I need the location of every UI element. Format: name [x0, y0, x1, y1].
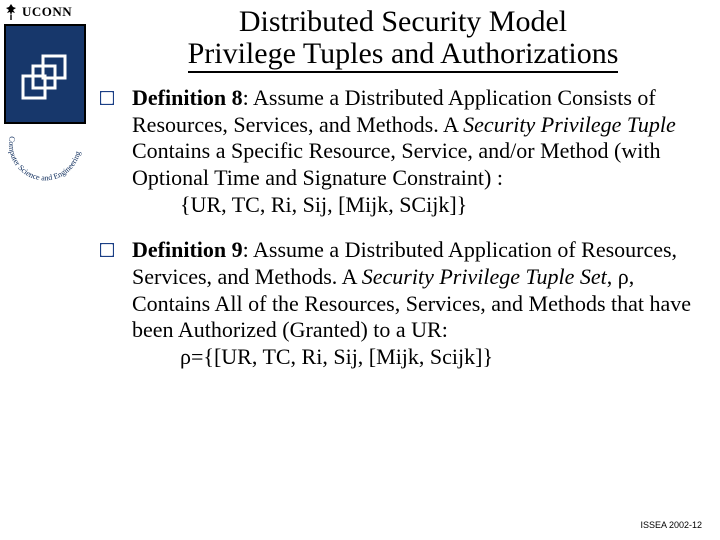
uconn-text: UCONN	[22, 4, 72, 20]
def8-tuple: {UR, TC, Ri, Sij, [Mijk, SCijk]}	[132, 192, 706, 219]
bullet-icon	[100, 237, 118, 371]
stacked-squares-icon	[15, 44, 75, 104]
slide: UCONN Computer Science and Engineering	[0, 0, 720, 540]
brand-column: UCONN Computer Science and Engineering	[0, 0, 90, 540]
def9-tuple-text: ={[UR, TC, Ri, Sij, [Mijk, Scijk]}	[191, 344, 493, 369]
title-line-2: Privilege Tuples and Authorizations	[106, 38, 700, 70]
def9-italic: Security Privilege Tuple Set	[362, 264, 607, 289]
dept-arc-text: Computer Science and Engineering	[0, 124, 90, 214]
slide-footer: ISSEA 2002-12	[640, 520, 702, 530]
slide-body: Definition 8: Assume a Distributed Appli…	[100, 77, 706, 371]
dept-logo	[4, 24, 86, 124]
bullet-icon	[100, 85, 118, 219]
def9-text-b: ,	[607, 264, 618, 289]
slide-title: Distributed Security Model Privilege Tup…	[100, 6, 706, 77]
oak-leaf-icon	[4, 4, 18, 20]
def8-lead: Definition 8	[132, 85, 243, 110]
def8-italic: Security Privilege Tuple	[463, 112, 676, 137]
list-item: Definition 9: Assume a Distributed Appli…	[100, 237, 706, 371]
def9-tuple: ρ={[UR, TC, Ri, Sij, [Mijk, Scijk]}	[132, 344, 706, 371]
uconn-wordmark: UCONN	[0, 0, 90, 22]
def9-lead: Definition 9	[132, 237, 243, 262]
title-line-1: Distributed Security Model	[106, 6, 700, 38]
svg-text:Computer Science and Engineeri: Computer Science and Engineering	[7, 136, 82, 183]
arc-label: Computer Science and Engineering	[7, 136, 82, 183]
definition-8: Definition 8: Assume a Distributed Appli…	[132, 85, 706, 219]
title-line-2-text: Privilege Tuples and Authorizations	[188, 37, 619, 73]
definition-9: Definition 9: Assume a Distributed Appli…	[132, 237, 706, 371]
rho-symbol: ρ	[180, 344, 191, 369]
rho-symbol: ρ	[618, 264, 629, 289]
def8-text-b: Contains a Specific Resource, Service, a…	[132, 138, 660, 190]
list-item: Definition 8: Assume a Distributed Appli…	[100, 85, 706, 219]
